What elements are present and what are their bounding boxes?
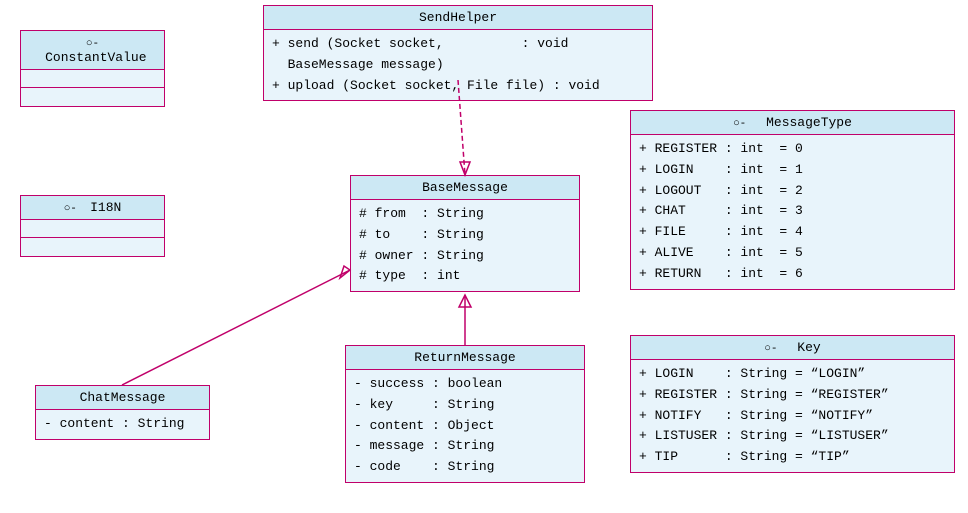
basemessage-field4: # type : int <box>359 266 571 287</box>
chatmessage-fields: - content : String <box>36 410 209 439</box>
messagetype-field1: + REGISTER : int = 0 <box>639 139 946 160</box>
returnmessage-field2: - key : String <box>354 395 576 416</box>
constantvalue-box: ○- ConstantValue <box>20 30 165 107</box>
basemessage-header: BaseMessage <box>351 176 579 200</box>
constantvalue-section2 <box>21 88 164 106</box>
sendhelper-box: SendHelper + send (Socket socket, : void… <box>263 5 653 101</box>
constantvalue-section1 <box>21 70 164 88</box>
sendhelper-method1b: BaseMessage message) <box>272 55 644 76</box>
basemessage-field1: # from : String <box>359 204 571 225</box>
sendhelper-method2: + upload (Socket socket, File file) : vo… <box>272 76 644 97</box>
returnmessage-fields: - success : boolean - key : String - con… <box>346 370 584 482</box>
key-field4: + LISTUSER : String = “LISTUSER” <box>639 426 946 447</box>
key-fields: + LOGIN : String = “LOGIN” + REGISTER : … <box>631 360 954 472</box>
constantvalue-header: ○- ConstantValue <box>21 31 164 70</box>
i18n-box: ○- I18N <box>20 195 165 257</box>
messagetype-field7: + RETURN : int = 6 <box>639 264 946 285</box>
messagetype-stereotype: ○- <box>733 118 766 130</box>
key-field2: + REGISTER : String = “REGISTER” <box>639 385 946 406</box>
chatmessage-box: ChatMessage - content : String <box>35 385 210 440</box>
key-box: ○- Key + LOGIN : String = “LOGIN” + REGI… <box>630 335 955 473</box>
sendhelper-header: SendHelper <box>264 6 652 30</box>
basemessage-field3: # owner : String <box>359 246 571 267</box>
basemessage-fields: # from : String # to : String # owner : … <box>351 200 579 291</box>
basemessage-box: BaseMessage # from : String # to : Strin… <box>350 175 580 292</box>
i18n-stereotype: ○- <box>64 203 90 215</box>
returnmessage-header: ReturnMessage <box>346 346 584 370</box>
key-field5: + TIP : String = “TIP” <box>639 447 946 468</box>
messagetype-field3: + LOGOUT : int = 2 <box>639 181 946 202</box>
basemessage-field2: # to : String <box>359 225 571 246</box>
messagetype-fields: + REGISTER : int = 0 + LOGIN : int = 1 +… <box>631 135 954 289</box>
chatmessage-field1: - content : String <box>44 414 201 435</box>
messagetype-field6: + ALIVE : int = 5 <box>639 243 946 264</box>
sendhelper-methods: + send (Socket socket, : void BaseMessag… <box>264 30 652 100</box>
constantvalue-stereotype: ○- <box>38 38 99 65</box>
messagetype-header: ○- MessageType <box>631 111 954 135</box>
i18n-section2 <box>21 238 164 256</box>
sendhelper-method1: + send (Socket socket, : void <box>272 34 644 55</box>
key-stereotype: ○- <box>764 343 797 355</box>
key-header: ○- Key <box>631 336 954 360</box>
messagetype-field4: + CHAT : int = 3 <box>639 201 946 222</box>
chatmessage-header: ChatMessage <box>36 386 209 410</box>
messagetype-field5: + FILE : int = 4 <box>639 222 946 243</box>
key-field3: + NOTIFY : String = “NOTIFY” <box>639 406 946 427</box>
key-field1: + LOGIN : String = “LOGIN” <box>639 364 946 385</box>
messagetype-box: ○- MessageType + REGISTER : int = 0 + LO… <box>630 110 955 290</box>
diagram-container: SendHelper + send (Socket socket, : void… <box>0 0 968 513</box>
i18n-header: ○- I18N <box>21 196 164 220</box>
returnmessage-field5: - code : String <box>354 457 576 478</box>
returnmessage-field3: - content : Object <box>354 416 576 437</box>
i18n-section1 <box>21 220 164 238</box>
messagetype-field2: + LOGIN : int = 1 <box>639 160 946 181</box>
returnmessage-box: ReturnMessage - success : boolean - key … <box>345 345 585 483</box>
returnmessage-field4: - message : String <box>354 436 576 457</box>
returnmessage-field1: - success : boolean <box>354 374 576 395</box>
